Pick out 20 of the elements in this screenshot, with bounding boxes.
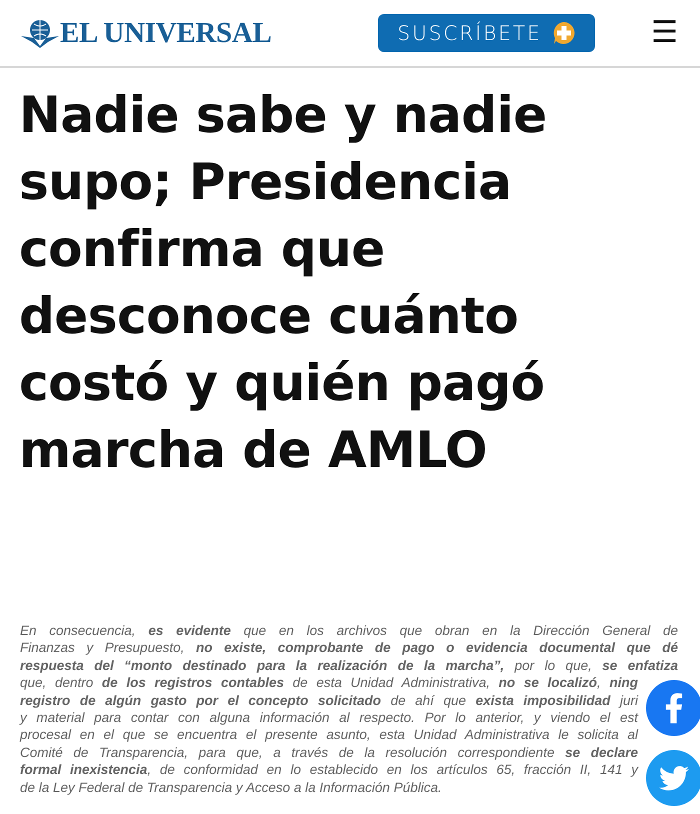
document-text-line: de la Ley Federal de Transparencia y Acceso a la Información Pública. <box>20 778 443 796</box>
bird-icon <box>659 766 689 790</box>
document-text-line: respuesta del “monto destinado para la realización de la marcha”, por lo que, se enfatiza <box>20 656 678 674</box>
facebook-share-button[interactable] <box>646 680 700 736</box>
document-text-line: y material para contar con alguna información al respecto. Por lo anterior, y viendo el est <box>20 709 638 726</box>
document-text-line: Comité de Transparencia, para que, a través de la resolución correspondiente se declare <box>20 744 638 762</box>
headline: Nadie sabe y nadie supo; Presidencia confirma que desconoce cuánto costó y quién pagó marcha de AMLO <box>19 85 548 481</box>
document-text-line: En consecuencia, es evidente que en los archivos que obran en la Dirección General de <box>20 622 678 640</box>
subscribe-button[interactable]: SUSCRÍBETE <box>378 14 596 52</box>
document-text-line: formal inexistencia, de conformidad en lo establecido en los artículos 65, fracción II, 141 y <box>20 761 638 779</box>
menu-button[interactable]: ☰ <box>651 18 678 48</box>
plus-icon <box>552 21 576 45</box>
document-text-line: registro de algún gasto por el concepto solicitado de ahí que exista imposibilidad juri <box>20 692 638 710</box>
logo-text[interactable]: EL UNIVERSAL <box>60 16 272 50</box>
document-text-line: que, dentro de los registros contables de esta Unidad Administrativa, no se localizó, ning <box>20 674 638 692</box>
document-text-line: Finanzas y Presupuesto, no existe, comprobante de pago o evidencia documental que dé <box>20 639 678 657</box>
globe-eagle-icon <box>20 18 60 48</box>
twitter-share-button[interactable] <box>646 750 700 806</box>
f-icon <box>665 692 683 724</box>
document-text-line: procesal en el que se encuentra el presente asunto, esta Unidad Administrativa le solicita al <box>20 726 638 744</box>
